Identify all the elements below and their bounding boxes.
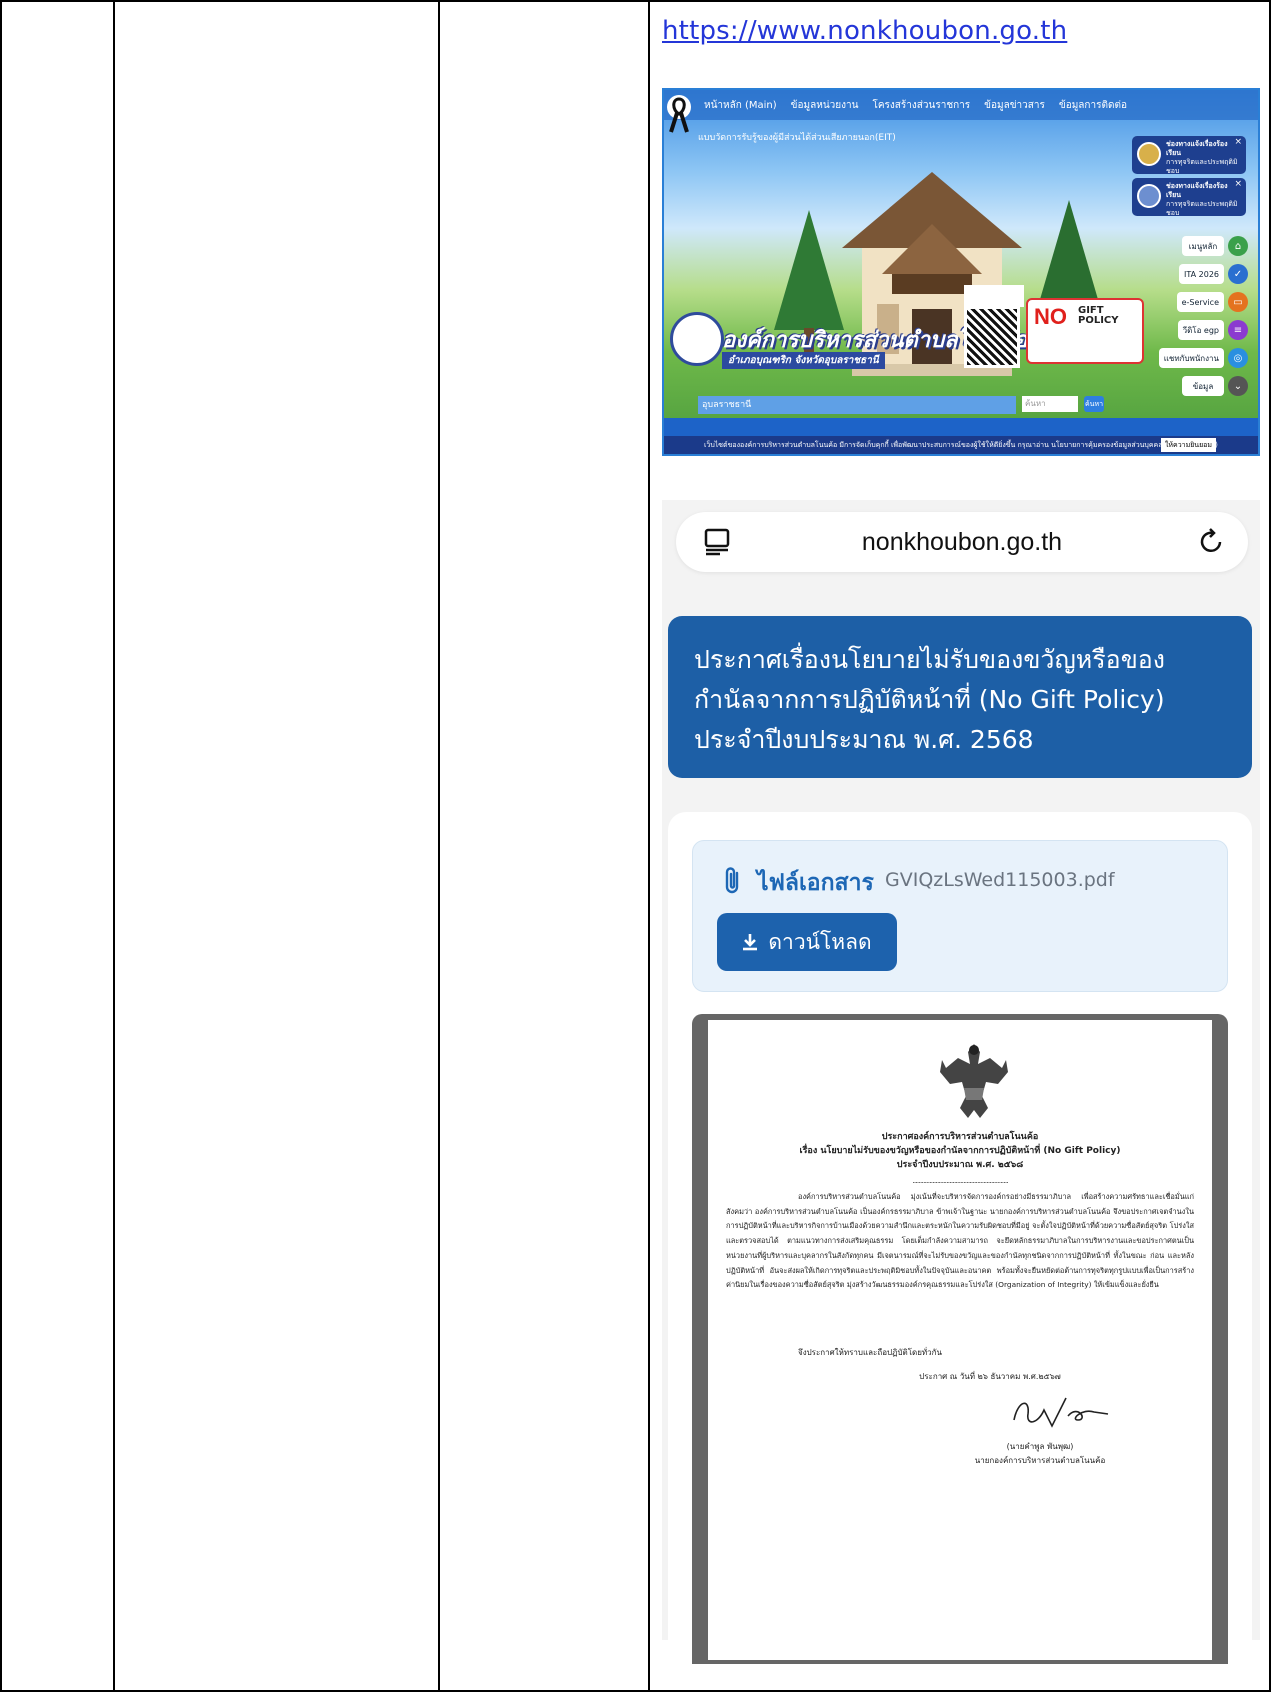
mobile-url-bar[interactable]: nonkhoubon.go.th	[676, 512, 1248, 572]
cookie-banner: เว็บไซต์ขององค์การบริหารส่วนตำบลโนนค้อ ม…	[664, 436, 1258, 454]
url-domain: nonkhoubon.go.th	[861, 528, 1063, 556]
column-divider	[438, 0, 440, 1692]
notification-line: การทุจริตและประพฤติมิชอบ	[1166, 158, 1238, 175]
monitor-icon[interactable]: ▭	[1228, 292, 1248, 312]
cookie-text: เว็บไซต์ขององค์การบริหารส่วนตำบลโนนค้อ ม…	[704, 441, 1218, 449]
list-icon[interactable]: ≡	[1228, 320, 1248, 340]
qr-code	[964, 306, 1020, 368]
seal-icon	[1137, 142, 1161, 166]
document-divider: ........................................…	[912, 1176, 1009, 1185]
document-title-line: ประจำปีงบประมาณ พ.ศ. ๒๕๖๘	[896, 1160, 1024, 1170]
website-search-bar[interactable]: อุบลราชธานี	[698, 396, 1016, 414]
notification-card[interactable]: ช่องทางแจ้งเรื่องร้องเรียน การทุจริตและป…	[1132, 178, 1246, 217]
signer-block: (นายคำพูล พันพุฒ) นายกองค์การบริหารส่วนต…	[726, 1440, 1194, 1468]
column-divider	[113, 0, 115, 1692]
website-screenshot: หน้าหลัก (Main) ข้อมูลหน่วยงาน โครงสร้าง…	[662, 88, 1260, 456]
nav-item[interactable]: หน้าหลัก (Main)	[704, 98, 777, 113]
document-date: ประกาศ ณ วันที่ ๒๖ ธันวาคม พ.ศ.๒๕๖๗	[919, 1372, 1061, 1381]
notification-title: ช่องทางแจ้งเรื่องร้องเรียน	[1166, 182, 1228, 199]
side-menu-button[interactable]: วีดิโอ egp	[1177, 320, 1224, 340]
qr-caption	[964, 285, 1024, 307]
mourning-ribbon-icon	[667, 95, 691, 133]
website-search-button[interactable]: ค้นหา	[1084, 396, 1104, 412]
document-closing: จึงประกาศให้ทราบและถือปฏิบัติโดยทั่วกัน	[798, 1348, 942, 1357]
nav-item[interactable]: ข้อมูลหน่วยงาน	[791, 98, 859, 113]
close-icon[interactable]: ×	[1234, 138, 1242, 147]
gift-policy-text: GIFT POLICY	[1078, 305, 1119, 326]
no-gift-policy-badge: NO GIFT POLICY	[1026, 298, 1144, 364]
side-menu-button[interactable]: e-Service	[1176, 292, 1224, 312]
document-body: องค์การบริหารส่วนตำบลโนนค้อ มุ่งเน้นที่จ…	[726, 1192, 1194, 1290]
side-menu-button[interactable]: เมนูหลัก	[1182, 236, 1224, 256]
nav-item[interactable]: ข้อมูลการติดต่อ	[1059, 98, 1127, 113]
handwritten-signature	[1013, 1397, 1109, 1428]
pdf-page: ประกาศองค์การบริหารส่วนตำบลโนนค้อ เรื่อง…	[708, 1020, 1212, 1660]
document-title-line: ประกาศองค์การบริหารส่วนตำบลโนนค้อ	[881, 1132, 1039, 1142]
no-gift-text: NO	[1034, 304, 1067, 329]
chevron-down-icon[interactable]: ⌄	[1228, 376, 1248, 396]
download-label: ดาวน์โหลด	[768, 929, 872, 954]
seal-icon	[1137, 184, 1161, 208]
website-nav: หน้าหลัก (Main) ข้อมูลหน่วยงาน โครงสร้าง…	[664, 90, 1258, 120]
news-ticker: แบบวัดการรับรู้ของผู้มีส่วนได้ส่วนเสียภา…	[698, 133, 896, 143]
notification-title: ช่องทางแจ้งเรื่องร้องเรียน	[1166, 140, 1228, 157]
paperclip-icon	[725, 867, 739, 894]
download-button[interactable]: ดาวน์โหลด	[717, 913, 897, 971]
close-icon[interactable]: ×	[1234, 180, 1242, 189]
document-title: ประกาศองค์การบริหารส่วนตำบลโนนค้อ เรื่อง…	[726, 1130, 1194, 1172]
website-search-input[interactable]: ค้นหา	[1022, 396, 1078, 412]
website-link[interactable]: https://www.nonkhoubon.go.th	[662, 16, 1067, 46]
side-menu-button[interactable]: ข้อมูล	[1182, 376, 1224, 396]
reload-icon[interactable]	[1198, 528, 1226, 556]
side-menu-button[interactable]: แชทกับพนักงาน	[1158, 348, 1224, 368]
check-icon[interactable]: ✓	[1228, 264, 1248, 284]
home-icon[interactable]: ⌂	[1228, 236, 1248, 256]
nav-item[interactable]: ข้อมูลข่าวสาร	[984, 98, 1045, 113]
notification-card[interactable]: ช่องทางแจ้งเรื่องร้องเรียน การทุจริตและป…	[1132, 136, 1246, 175]
signer-name: (นายคำพูล พันพุฒ)	[1006, 1442, 1074, 1451]
evidence-cell: https://www.nonkhoubon.go.th หน้าหลัก (M…	[650, 0, 1262, 1692]
garuda-emblem-icon	[940, 1044, 1008, 1118]
signer-title: นายกองค์การบริหารส่วนตำบลโนนค้อ	[974, 1456, 1106, 1465]
announcement-title-card: ประกาศเรื่องนโยบายไม่รับของขวัญหรือของกำ…	[668, 616, 1252, 778]
side-menu-button[interactable]: ITA 2026	[1179, 264, 1224, 284]
document-title-line: เรื่อง นโยบายไม่รับของขวัญหรือของกำนัลจา…	[799, 1146, 1121, 1156]
organization-logo	[670, 312, 724, 366]
cookie-accept-button[interactable]: ให้ความยินยอม	[1161, 438, 1216, 452]
announcement-title: ประกาศเรื่องนโยบายไม่รับของขวัญหรือของกำ…	[694, 645, 1166, 754]
download-icon	[743, 934, 758, 951]
messenger-icon[interactable]: ◎	[1228, 348, 1248, 368]
file-name: GVIQzLsWed115003.pdf	[885, 869, 1115, 891]
notification-line: การทุจริตและประพฤติมิชอบ	[1166, 200, 1238, 217]
file-label: ไฟล์เอกสาร	[757, 870, 874, 896]
organization-subtitle: อำเภอบุณฑริก จังหวัดอุบลราชธานี	[722, 352, 885, 369]
file-attachment-box: ไฟล์เอกสาร GVIQzLsWed115003.pdf ดาวน์โหล…	[692, 840, 1228, 992]
nav-item[interactable]: โครงสร้างส่วนราชการ	[872, 98, 970, 113]
